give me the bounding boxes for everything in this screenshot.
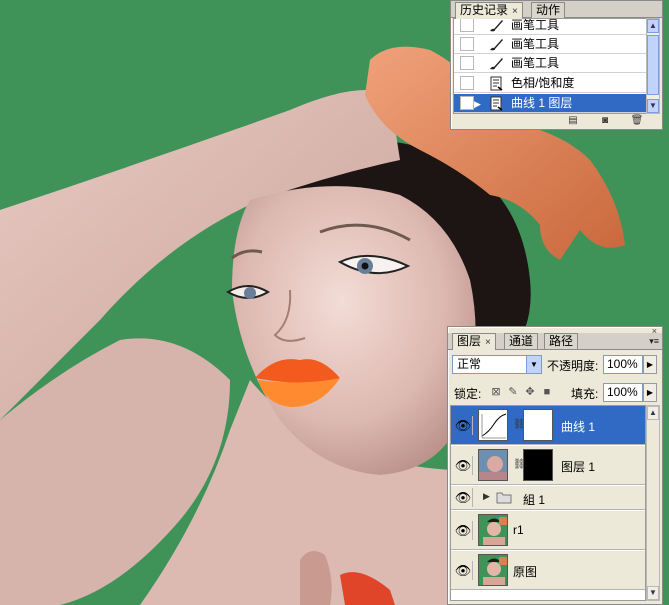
fill-value: 100% — [607, 385, 638, 399]
layers-tabbar: 图层 × 通道 路径 ▾≡ — [448, 333, 662, 350]
tab-history[interactable]: 历史记录 × — [455, 2, 523, 19]
tab-actions-label: 动作 — [536, 3, 561, 17]
history-item[interactable]: 色相/饱和度 — [454, 74, 646, 93]
lock-position-icon[interactable]: ✥ — [524, 386, 536, 398]
lock-all-icon[interactable]: ■ — [541, 386, 553, 398]
brush-icon — [490, 58, 503, 70]
close-icon[interactable]: × — [512, 6, 518, 17]
history-item-label: 曲线 1 图层 — [511, 96, 573, 110]
lock-transparency-icon[interactable]: ⊠ — [490, 386, 502, 398]
layer-row-curves[interactable]: 👁 ⛓ 曲线 1 — [451, 406, 645, 445]
adjustment-doc-icon — [490, 96, 503, 111]
fill-input[interactable]: 100% — [603, 383, 643, 402]
eye-icon[interactable]: 👁 — [454, 521, 473, 540]
history-item-label: 画笔工具 — [511, 37, 560, 51]
history-state-marker-icon[interactable]: ▶ — [474, 99, 481, 110]
new-document-from-state-icon[interactable]: ▤ — [566, 115, 580, 127]
snapshot-checkbox[interactable] — [460, 76, 474, 90]
tab-layers[interactable]: 图层 × — [452, 333, 496, 350]
history-item-label: 画笔工具 — [511, 56, 560, 70]
scroll-up-icon[interactable]: ▲ — [647, 406, 659, 420]
tab-channels-label: 通道 — [509, 334, 534, 348]
eye-icon[interactable]: 👁 — [454, 416, 473, 435]
mask-thumbnail[interactable] — [523, 449, 553, 481]
layer-name[interactable]: 曲线 1 — [561, 418, 595, 435]
brush-icon — [490, 20, 503, 32]
chevron-down-icon[interactable]: ▼ — [526, 356, 541, 373]
layers-scrollbar[interactable]: ▲ ▼ — [646, 405, 660, 601]
history-item-selected[interactable]: ▶ 曲线 1 图层 — [454, 94, 646, 113]
scroll-down-icon[interactable]: ▼ — [647, 586, 659, 600]
snapshot-checkbox[interactable] — [460, 96, 474, 110]
tab-actions[interactable]: 动作 — [531, 2, 566, 18]
snapshot-checkbox[interactable] — [460, 56, 474, 70]
layer-name[interactable]: r1 — [513, 523, 524, 537]
eye-icon[interactable]: 👁 — [454, 488, 473, 507]
scroll-up-icon[interactable]: ▲ — [647, 19, 659, 33]
scroll-down-icon[interactable]: ▼ — [647, 99, 659, 113]
mask-thumbnail[interactable] — [523, 409, 553, 441]
layer-name[interactable]: 图层 1 — [561, 458, 595, 475]
history-item[interactable]: 画笔工具 — [454, 18, 646, 35]
history-item[interactable]: 画笔工具 — [454, 54, 646, 73]
opacity-value: 100% — [607, 357, 638, 371]
curves-adjustment-icon — [478, 409, 508, 441]
fill-label: 填充: — [571, 387, 599, 401]
blend-mode-select[interactable]: 正常 ▼ — [452, 355, 542, 374]
history-panel: 历史记录 × 动作 画笔工具 画笔工具 画笔工具 色相/饱和度 ▶ 曲线 1 图… — [450, 0, 663, 130]
folder-icon — [496, 492, 512, 504]
snapshot-checkbox[interactable] — [460, 37, 474, 51]
layer-row-original[interactable]: 👁 原图 — [451, 551, 645, 590]
close-icon[interactable]: × — [485, 337, 491, 348]
camera-icon[interactable]: ◙ — [598, 115, 612, 127]
history-list: 画笔工具 画笔工具 画笔工具 色相/饱和度 ▶ 曲线 1 图层 — [453, 18, 647, 114]
history-item-label: 色相/饱和度 — [511, 76, 575, 90]
tab-paths[interactable]: 路径 — [544, 333, 579, 349]
layer-thumbnail — [478, 514, 508, 546]
opacity-input[interactable]: 100% — [603, 355, 643, 374]
layer-thumbnail — [478, 449, 508, 481]
tab-layers-label: 图层 — [457, 334, 482, 348]
layer-row-r1[interactable]: 👁 r1 — [451, 511, 645, 550]
expand-triangle-icon[interactable]: ▶ — [483, 491, 490, 502]
layer-row-layer1[interactable]: 👁 ⛓ 图层 1 — [451, 446, 645, 485]
lock-label: 锁定: — [454, 387, 482, 401]
layer-name[interactable]: 原图 — [513, 563, 537, 580]
opacity-label: 不透明度: — [547, 359, 599, 373]
panel-menu-icon[interactable]: ▾≡ — [649, 336, 659, 347]
trash-icon[interactable]: 🗑 — [630, 115, 644, 127]
lock-pixels-icon[interactable]: ✎ — [507, 386, 519, 398]
tab-history-label: 历史记录 — [460, 3, 509, 17]
brush-icon — [490, 39, 503, 51]
layers-list: 👁 ⛓ 曲线 1 👁 ⛓ 图层 1 👁 ▶ 組 1 👁 r1 👁 原图 — [450, 405, 646, 601]
adjustment-doc-icon — [490, 76, 503, 91]
snapshot-checkbox[interactable] — [460, 19, 474, 32]
history-item[interactable]: 画笔工具 — [454, 35, 646, 54]
blend-mode-value: 正常 — [457, 357, 482, 371]
fill-slider-arrow-icon[interactable]: ▶ — [643, 383, 657, 402]
layer-row-group[interactable]: 👁 ▶ 組 1 — [451, 486, 645, 510]
layer-thumbnail — [478, 554, 508, 586]
eye-icon[interactable]: 👁 — [454, 456, 473, 475]
layers-panel: × 图层 × 通道 路径 ▾≡ 正常 ▼ 不透明度: 100% ▶ 锁定: ⊠ ✎… — [447, 326, 663, 605]
tab-channels[interactable]: 通道 — [504, 333, 539, 349]
opacity-slider-arrow-icon[interactable]: ▶ — [643, 355, 657, 374]
tab-paths-label: 路径 — [549, 334, 574, 348]
history-scrollbar[interactable]: ▲ ▼ — [646, 18, 660, 114]
eye-icon[interactable]: 👁 — [454, 561, 473, 580]
scroll-thumb[interactable] — [647, 35, 659, 95]
layer-name[interactable]: 組 1 — [523, 491, 545, 508]
history-item-label: 画笔工具 — [511, 18, 560, 32]
history-tabbar: 历史记录 × 动作 — [451, 1, 662, 19]
